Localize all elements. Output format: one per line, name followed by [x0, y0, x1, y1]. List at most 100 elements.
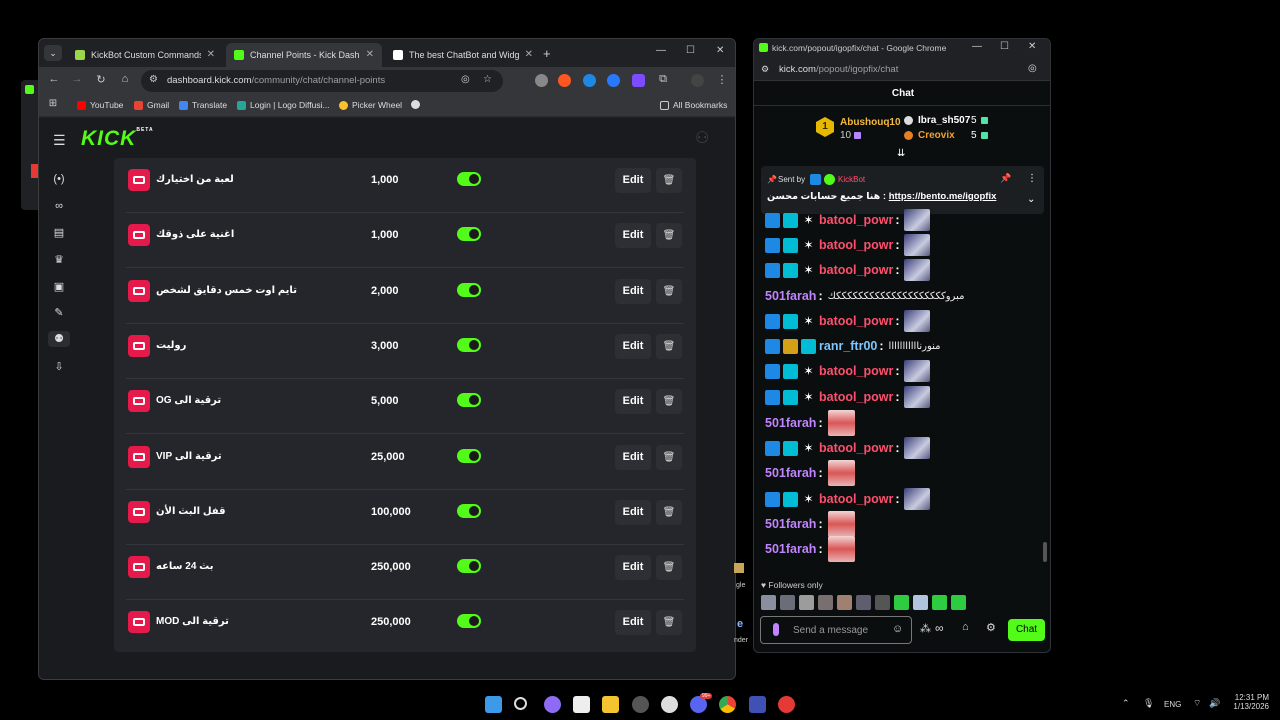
mic-icon[interactable]	[773, 623, 779, 636]
new-tab-button[interactable]: +	[543, 43, 563, 67]
delete-reward-icon[interactable]: 🗑	[656, 278, 682, 304]
quick-emote[interactable]	[894, 595, 909, 610]
quick-emote[interactable]	[799, 595, 814, 610]
quick-emote[interactable]	[780, 595, 795, 610]
bookmark-logo-diffusion[interactable]: Login | Logo Diffusi...	[237, 100, 330, 110]
store-icon[interactable]: ⌂	[962, 621, 969, 633]
reward-enabled-toggle[interactable]	[457, 172, 481, 186]
close-tab-icon[interactable]: ✕	[207, 43, 215, 67]
delete-reward-icon[interactable]: 🗑	[656, 223, 682, 249]
link-icon[interactable]: ∞	[51, 198, 67, 214]
edit-reward-button[interactable]: Edit	[615, 389, 651, 415]
close-window-icon[interactable]: ✕	[1028, 41, 1036, 52]
infinity-icon[interactable]: ∞	[935, 621, 944, 635]
search-icon[interactable]	[514, 697, 527, 710]
reward-enabled-toggle[interactable]	[457, 282, 481, 297]
pinned-sender[interactable]: KickBot	[838, 175, 865, 184]
wifi-icon[interactable]: ⌔	[1193, 698, 1201, 709]
bookmark-star-icon[interactable]: ☆	[483, 74, 492, 85]
unpin-icon[interactable]: 📌	[1000, 173, 1011, 184]
quick-emote[interactable]	[932, 595, 947, 610]
chat-username[interactable]: batool_powr	[819, 492, 893, 506]
obs-icon[interactable]	[661, 696, 678, 713]
chat-scrollbar[interactable]	[1043, 542, 1047, 562]
emote-image[interactable]	[904, 259, 931, 281]
chat-username[interactable]: batool_powr	[819, 314, 893, 328]
reward-enabled-toggle[interactable]	[457, 614, 481, 629]
page-scrollbar[interactable]	[735, 563, 736, 680]
back-icon[interactable]: ←	[46, 73, 62, 85]
volume-icon[interactable]: 🔊	[1209, 698, 1220, 709]
chat-username[interactable]: batool_powr	[819, 238, 893, 252]
chat-username[interactable]: 501farah	[765, 416, 816, 430]
account-menu-icon[interactable]: ⚇	[695, 128, 709, 148]
pin-options-icon[interactable]: ⋮	[1027, 173, 1037, 184]
delete-reward-icon[interactable]: 🗑	[656, 168, 682, 193]
copilot-icon[interactable]	[544, 696, 561, 713]
tab-channel-points[interactable]: Channel Points - Kick Dashboard ✕	[226, 43, 382, 67]
site-info-icon[interactable]: ⚙	[761, 64, 769, 75]
community-icon[interactable]: ⚉	[48, 331, 70, 347]
emote-image[interactable]	[827, 536, 855, 562]
home-icon[interactable]: ⌂	[117, 73, 133, 85]
quick-emote[interactable]	[761, 595, 776, 610]
quick-emote[interactable]	[856, 595, 871, 610]
bookmark-translate[interactable]: Translate	[179, 100, 227, 110]
edit-reward-button[interactable]: Edit	[615, 610, 651, 636]
chat-username[interactable]: batool_powr	[819, 364, 893, 378]
reload-icon[interactable]: ↻	[93, 73, 109, 86]
edit-reward-button[interactable]: Edit	[615, 333, 651, 359]
kick-logo[interactable]: KICKBETA	[81, 127, 154, 151]
extension-icon[interactable]	[632, 74, 645, 87]
collapse-leaderboard-icon[interactable]: ⇊	[897, 148, 905, 159]
chat-settings-icon[interactable]: ⚙	[986, 621, 996, 634]
delete-reward-icon[interactable]: 🗑	[656, 555, 682, 581]
broadcast-icon[interactable]: (•)	[51, 171, 67, 187]
edit-reward-button[interactable]: Edit	[615, 278, 651, 304]
bookmark-picker-wheel[interactable]: Picker Wheel	[339, 100, 402, 110]
quick-emote[interactable]	[818, 595, 833, 610]
tab-chatbot-widgets[interactable]: The best ChatBot and Widgets ✕	[385, 43, 541, 67]
reward-enabled-toggle[interactable]	[457, 503, 481, 518]
clock[interactable]: 12:31 PM 1/13/2026	[1229, 693, 1269, 711]
site-info-icon[interactable]: ⚙	[149, 74, 158, 85]
extension-icon[interactable]	[535, 74, 548, 87]
chat-username[interactable]: 501farah	[765, 542, 816, 556]
emote-image[interactable]	[904, 437, 931, 459]
media-player-icon[interactable]	[778, 696, 795, 713]
edit-reward-button[interactable]: Edit	[615, 223, 651, 249]
browser-menu-icon[interactable]: ⋮	[714, 73, 730, 86]
bookmark-youtube[interactable]: YouTube	[77, 100, 123, 110]
eye-off-icon[interactable]: ◎	[1028, 63, 1037, 74]
close-tab-icon[interactable]: ✕	[525, 43, 533, 67]
delete-reward-icon[interactable]: 🗑	[656, 610, 682, 636]
store-app-icon[interactable]	[573, 696, 590, 713]
hamburger-menu-icon[interactable]: ☰	[53, 132, 66, 149]
chart-icon[interactable]: ▤	[51, 225, 67, 241]
chat-username[interactable]: 501farah	[765, 289, 816, 303]
leaderboard-name[interactable]: Abushouq10	[840, 117, 901, 128]
chat-input[interactable]: Send a message ☺	[760, 616, 912, 644]
delete-reward-icon[interactable]: 🗑	[656, 333, 682, 359]
chat-send-button[interactable]: Chat	[1008, 619, 1045, 641]
tab-search-icon[interactable]: ⌄	[44, 45, 62, 61]
profile-avatar[interactable]	[691, 74, 704, 87]
media-icon[interactable]: ▣	[51, 279, 67, 295]
edit-reward-button[interactable]: Edit	[615, 555, 651, 581]
globe-bookmark[interactable]	[411, 100, 420, 109]
maximize-icon[interactable]: ☐	[1000, 41, 1009, 52]
mic-tray-icon[interactable]: 🎙	[1143, 698, 1154, 709]
eye-off-icon[interactable]: ◎	[461, 74, 470, 85]
minimize-icon[interactable]: —	[972, 41, 982, 52]
delete-reward-icon[interactable]: 🗑	[656, 444, 682, 470]
extension-icon[interactable]	[558, 74, 571, 87]
chat-username[interactable]: batool_powr	[819, 390, 893, 404]
quick-emote[interactable]	[837, 595, 852, 610]
reward-enabled-toggle[interactable]	[457, 227, 481, 242]
reward-enabled-toggle[interactable]	[457, 559, 481, 574]
address-bar[interactable]: ⚙ dashboard.kick.com/community/chat/chan…	[141, 70, 503, 92]
tab-kickbot-commands[interactable]: KickBot Custom Commands ✕	[67, 43, 223, 67]
emote-image[interactable]	[904, 310, 931, 332]
emote-image[interactable]	[904, 488, 931, 510]
app-icon[interactable]	[749, 696, 766, 713]
